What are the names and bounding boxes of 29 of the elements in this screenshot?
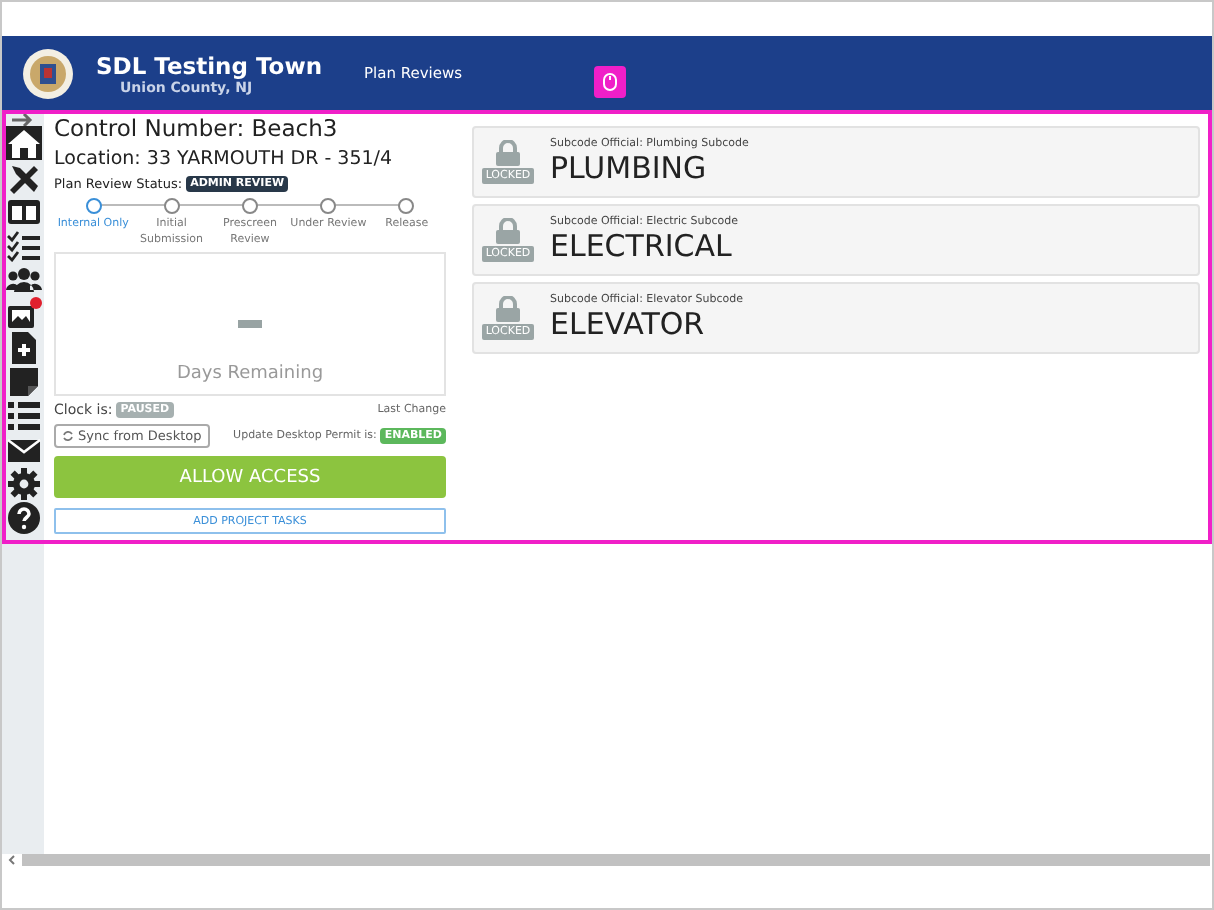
mouse-icon (602, 72, 618, 92)
scroll-left-icon[interactable] (8, 854, 16, 866)
subcode-name: ELEVATOR (550, 306, 707, 342)
refresh-icon (62, 430, 74, 442)
subcode-name: PLUMBING (550, 150, 709, 186)
control-number: Control Number: Beach3 (54, 114, 340, 142)
step-marker[interactable] (320, 198, 337, 214)
dash-icon (238, 320, 262, 328)
site-title: SDL Testing Town (96, 51, 323, 79)
columns-icon[interactable] (6, 194, 42, 228)
horizontal-scrollbar[interactable] (22, 854, 1210, 866)
step-marker[interactable] (163, 198, 180, 214)
home-icon[interactable] (6, 126, 42, 160)
people-icon[interactable] (6, 262, 42, 296)
step-marker[interactable] (241, 198, 258, 214)
file-plus-icon[interactable] (6, 330, 42, 364)
list-icon[interactable] (6, 398, 42, 432)
subcode-name: ELECTRICAL (550, 228, 734, 264)
step-marker[interactable] (85, 198, 102, 214)
location-text: Location: 33 YARMOUTH DR - 351/4 (54, 148, 395, 170)
help-icon[interactable] (6, 500, 42, 534)
days-remaining-label: Days Remaining (176, 364, 324, 384)
note-icon[interactable] (6, 364, 42, 398)
step-marker[interactable] (398, 198, 415, 214)
images-icon[interactable] (6, 296, 42, 330)
checklist-icon[interactable] (6, 228, 42, 262)
settings-icon[interactable] (6, 466, 42, 500)
seal-logo[interactable] (22, 47, 74, 99)
inspect-tag[interactable] (594, 66, 626, 98)
